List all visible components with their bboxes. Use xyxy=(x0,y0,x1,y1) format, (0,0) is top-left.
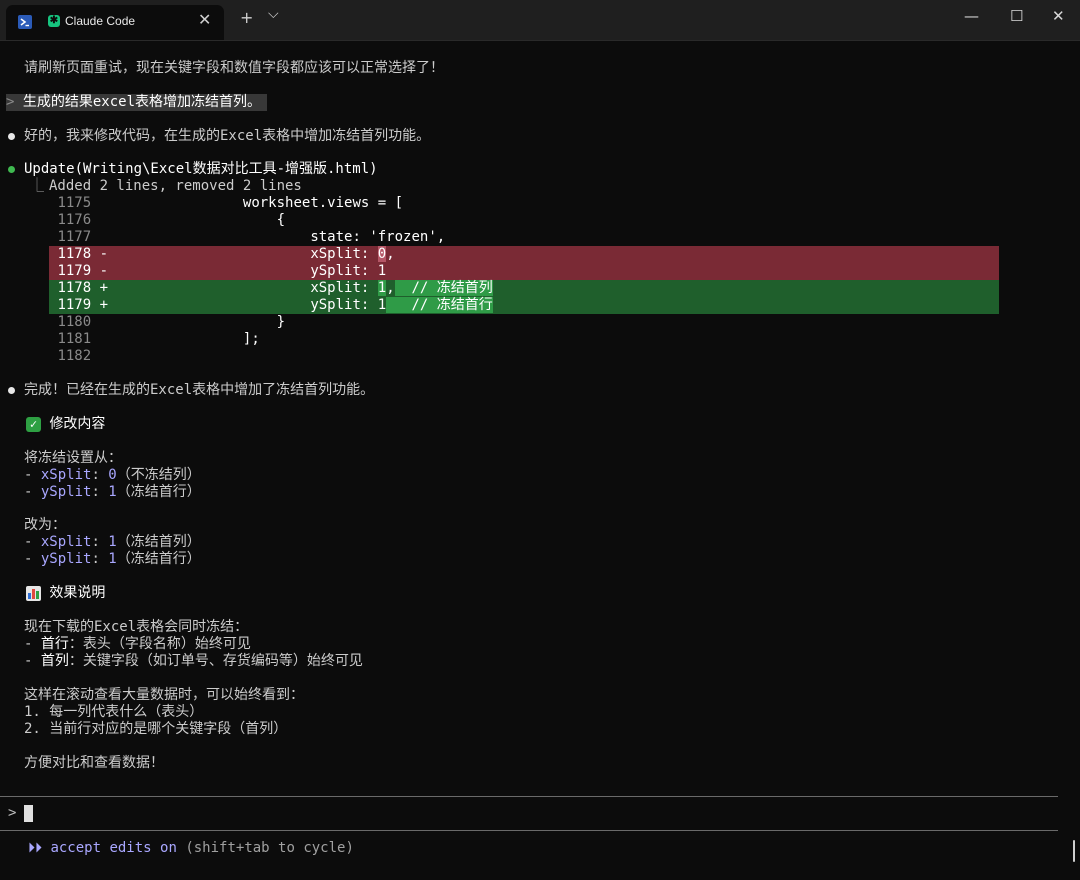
status-line: ⏵⏵ accept edits on (shift+tab to cycle) xyxy=(28,840,354,857)
effect-intro: 现在下载的Excel表格会同时冻结： xyxy=(24,619,249,635)
assistant-text: 方便对比和查看数据！ xyxy=(24,755,164,771)
claude-app-icon: ✱ xyxy=(48,15,60,27)
list-item: - xSplit: 0（不冻结列） xyxy=(24,467,201,483)
from-label: 将冻结设置从： xyxy=(24,450,122,466)
mode-hint: (shift+tab to cycle) xyxy=(185,840,354,856)
list-item: - ySplit: 1（冻结首行） xyxy=(24,551,201,567)
input-bottom-divider xyxy=(0,830,1058,831)
prompt-marker: > xyxy=(6,94,15,110)
diff-line-added: 1179 + ySplit: 1 // 冻结首行 xyxy=(49,297,999,314)
list-item: - xSplit: 1（冻结首列） xyxy=(24,534,201,550)
list-item: - 首列：关键字段（如订单号、存货编码等）始终可见 xyxy=(24,653,363,669)
tool-result: Added 2 lines, removed 2 lines xyxy=(49,178,302,194)
bar-chart-icon xyxy=(26,585,41,601)
input-top-divider xyxy=(0,796,1058,797)
tab-claude-code[interactable]: ✱ Claude Code ✕ xyxy=(6,5,224,40)
assistant-text: 完成！已经在生成的Excel表格中增加了冻结首列功能。 xyxy=(24,382,375,398)
diff-line-context: 1182 xyxy=(57,348,92,364)
scrollbar[interactable] xyxy=(1073,840,1075,862)
list-item: 2. 当前行对应的是哪个关键字段（首列） xyxy=(24,721,288,737)
bullet-icon xyxy=(8,387,15,394)
powershell-icon xyxy=(18,15,32,29)
mode-label[interactable]: accept edits on xyxy=(50,840,176,856)
close-window-button[interactable]: ✕ xyxy=(1052,7,1065,25)
tool-call: Update(Writing\Excel数据对比工具-增强版.html) xyxy=(24,161,378,177)
fast-forward-icon: ⏵⏵ xyxy=(28,840,42,856)
user-message-text: 生成的结果excel表格增加冻结首列。 xyxy=(22,94,262,110)
check-icon: ✓ xyxy=(26,416,41,432)
tab-dropdown-chevron-icon[interactable]: ⌵ xyxy=(268,6,279,22)
assistant-text: 好的，我来修改代码，在生成的Excel表格中增加冻结首列功能。 xyxy=(24,128,431,144)
user-message: > 生成的结果excel表格增加冻结首列。 xyxy=(6,94,268,111)
diff-line-context: 1180 } xyxy=(57,314,286,330)
tab-title: Claude Code xyxy=(65,14,136,28)
list-item: 1. 每一列代表什么（表头） xyxy=(24,704,204,720)
diff-line-context: 1177 state: 'frozen', xyxy=(57,229,446,245)
new-tab-button[interactable]: + xyxy=(240,8,253,27)
maximize-button[interactable]: ☐ xyxy=(1010,7,1023,25)
minimize-button[interactable]: — xyxy=(964,7,979,25)
title-bar: ✱ Claude Code ✕ + ⌵ — ☐ ✕ xyxy=(0,0,1080,41)
bullet-icon xyxy=(8,133,15,140)
diff-line-context: 1181 ]; xyxy=(57,331,260,347)
text-cursor xyxy=(24,805,33,822)
success-bullet-icon xyxy=(8,166,15,173)
list-item: - ySplit: 1（冻结首行） xyxy=(24,484,201,500)
terminal-output: 请刷新页面重试，现在关键字段和数值字段都应该可以正常选择了！ > 生成的结果ex… xyxy=(0,40,1080,880)
tool-result-branch-icon: ⎿ xyxy=(30,178,44,194)
section-heading: ✓ 修改内容 xyxy=(26,416,105,433)
assistant-text: 请刷新页面重试，现在关键字段和数值字段都应该可以正常选择了！ xyxy=(24,60,444,76)
scroll-intro: 这样在滚动查看大量数据时，可以始终看到： xyxy=(24,687,304,703)
input-prompt-marker: > xyxy=(8,805,17,821)
diff-line-removed: 1179 - ySplit: 1 xyxy=(49,263,999,280)
diff-line-context: 1176 { xyxy=(57,212,286,228)
diff-line-removed: 1178 - xSplit: 0, xyxy=(49,246,999,263)
list-item: - 首行：表头（字段名称）始终可见 xyxy=(24,636,251,652)
diff-line-context: 1175 worksheet.views = [ xyxy=(57,195,404,211)
diff-line-added: 1178 + xSplit: 1, // 冻结首列 xyxy=(49,280,999,297)
tab-close-icon[interactable]: ✕ xyxy=(198,10,211,30)
to-label: 改为： xyxy=(24,517,66,533)
section-heading: 效果说明 xyxy=(26,585,105,602)
